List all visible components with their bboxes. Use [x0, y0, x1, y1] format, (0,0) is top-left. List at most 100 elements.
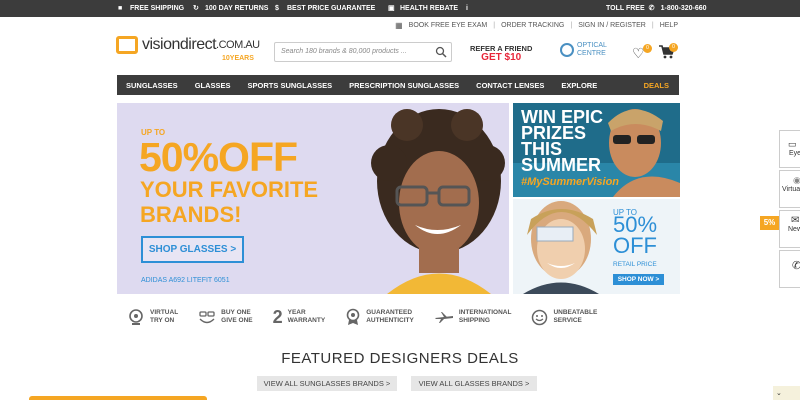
best-price[interactable]: $ BEST PRICE GUARANTEE — [275, 5, 375, 12]
dollar-icon: $ — [275, 5, 279, 12]
toll-free[interactable]: TOLL FREE ✆ 1-800-320-660 — [606, 5, 707, 12]
search-icon[interactable] — [435, 46, 447, 58]
optical-line2: CENTRE — [577, 50, 606, 57]
promo-off: OFF — [613, 233, 657, 258]
nav-prescription-sunglasses[interactable]: PRESCRIPTION SUNGLASSES — [340, 81, 459, 90]
hero-headline: 50%OFF — [139, 134, 298, 180]
hero-model-image — [371, 109, 505, 294]
airplane-icon — [434, 312, 453, 323]
feature-buy-one-give-one[interactable]: BUY ONE GIVE ONE — [198, 308, 253, 326]
divider: | — [651, 22, 654, 29]
feature-line1: YEAR — [287, 309, 306, 316]
calendar-icon: ▦ — [395, 21, 403, 30]
feature-line1: GUARANTEED — [366, 309, 413, 316]
wishlist-count-badge: 0 — [643, 44, 652, 53]
returns[interactable]: ↻ 100 DAY RETURNS — [193, 5, 268, 12]
main-nav: SUNGLASSES GLASSES SPORTS SUNGLASSES PRE… — [117, 75, 679, 95]
chat-widget[interactable]: ⌄ — [773, 386, 800, 400]
utility-links: ▦ BOOK FREE EYE EXAM | ORDER TRACKING | … — [395, 21, 678, 30]
hero-subhead: YOUR FAVORITE BRANDS! — [140, 177, 319, 227]
feature-line2: SERVICE — [553, 317, 582, 324]
view-sunglasses-brands-button[interactable]: VIEW ALL SUNGLASSES BRANDS > — [257, 376, 397, 391]
camera-icon: ◉ — [780, 171, 800, 186]
feature-line1: INTERNATIONAL — [458, 309, 512, 316]
nav-sports-sunglasses[interactable]: SPORTS SUNGLASSES — [239, 81, 333, 90]
feature-line1: BUY ONE — [221, 309, 251, 316]
health-rebate[interactable]: ▣ HEALTH REBATE — [388, 5, 458, 12]
truck-icon: ■ — [118, 5, 123, 12]
logo-years: 10YEARS — [222, 55, 254, 62]
contact-lens-model-image — [523, 201, 599, 294]
feature-line2: WARRANTY — [287, 317, 326, 324]
optical-ring-icon — [560, 43, 574, 57]
feature-authenticity[interactable]: GUARANTEED AUTHENTICITY — [345, 308, 414, 326]
free-shipping[interactable]: ■ FREE SHIPPING — [118, 5, 184, 12]
health-rebate-label: HEALTH REBATE — [400, 5, 459, 12]
info-glyph: i — [466, 5, 468, 12]
feature-line1: VIRTUAL — [150, 309, 179, 316]
feature-line1: UNBEATABLE — [553, 309, 598, 316]
feature-warranty[interactable]: 2 YEAR WARRANTY — [273, 308, 326, 326]
chevron-down-icon: ⌄ — [776, 390, 782, 397]
summer-prize-banner[interactable]: WIN EPIC PRIZES THIS SUMMER #MySummerVis… — [513, 103, 680, 197]
lock-icon: ▣ — [388, 5, 395, 12]
refer-a-friend[interactable]: REFER A FRIEND GET $10 — [470, 44, 532, 63]
nav-glasses[interactable]: GLASSES — [186, 81, 231, 90]
side-tab-eye[interactable]: ▭ Eye — [779, 130, 800, 168]
side-tab-label: Virtua — [782, 186, 800, 193]
nav-deals[interactable]: DEALS — [644, 81, 669, 90]
side-tab-newsletter[interactable]: ✉ New — [779, 210, 800, 248]
view-glasses-brands-button[interactable]: VIEW ALL GLASSES BRANDS > — [411, 376, 537, 391]
feature-service[interactable]: UNBEATABLE SERVICE — [531, 308, 597, 326]
book-exam-link[interactable]: BOOK FREE EYE EXAM — [409, 22, 488, 29]
optical-centre-link[interactable]: OPTICAL CENTRE — [560, 42, 607, 58]
side-tab-contact[interactable]: ✆ — [779, 250, 800, 288]
divider: | — [570, 22, 573, 29]
win-hashtag: #MySummerVision — [521, 176, 620, 188]
refer-line2: GET $10 — [481, 52, 522, 63]
smiley-icon — [532, 309, 548, 325]
discount-badge[interactable]: 5% — [760, 216, 779, 230]
phone-number: 1-800-320-660 — [660, 5, 707, 12]
divider: | — [493, 22, 496, 29]
feature-line2: GIVE ONE — [221, 317, 253, 324]
order-tracking-link[interactable]: ORDER TRACKING — [501, 22, 564, 29]
shop-glasses-button[interactable]: SHOP GLASSES > — [141, 236, 244, 263]
cart-count-badge: 0 — [669, 43, 678, 52]
eye-exam-icon: ▭ — [788, 139, 797, 149]
side-tab-label: New — [788, 226, 800, 233]
feature-virtual-try-on[interactable]: VIRTUAL TRY ON — [127, 308, 178, 326]
returns-label: 100 DAY RETURNS — [205, 5, 269, 12]
sign-in-link[interactable]: SIGN IN / REGISTER — [578, 22, 646, 29]
info-icon[interactable]: i — [466, 5, 468, 12]
best-price-label: BEST PRICE GUARANTEE — [287, 5, 376, 12]
nav-explore[interactable]: EXPLORE — [552, 81, 597, 90]
medal-icon — [346, 308, 360, 325]
retail-discount-banner[interactable]: UP TO 50% OFF RETAIL PRICE SHOP NOW > — [513, 199, 680, 294]
win-title: WIN EPIC PRIZES THIS SUMMER — [521, 107, 604, 175]
nav-contact-lenses[interactable]: CONTACT LENSES — [467, 81, 544, 90]
site-logo[interactable]: visiondirect .COM.AU 10YEARS — [116, 36, 260, 62]
top-bar: ■ FREE SHIPPING ↻ 100 DAY RETURNS $ BEST… — [0, 0, 800, 17]
side-tab-label: Eye — [789, 150, 800, 157]
help-link[interactable]: HELP — [660, 22, 678, 29]
envelope-icon: ✉ — [791, 215, 800, 226]
hero-caption[interactable]: ADIDAS A692 LITEFIT 6051 — [141, 277, 230, 284]
optical-line1: OPTICAL — [577, 42, 607, 49]
glasses-logo-icon — [116, 36, 138, 54]
return-icon: ↻ — [193, 5, 199, 12]
feature-line2: AUTHENTICITY — [366, 317, 414, 324]
toll-free-label: TOLL FREE — [606, 5, 645, 12]
feature-international-shipping[interactable]: INTERNATIONAL SHIPPING — [434, 308, 512, 326]
bottom-promo-bar[interactable] — [29, 396, 207, 400]
shop-now-button[interactable]: SHOP NOW > — [613, 274, 664, 285]
nav-sunglasses[interactable]: SUNGLASSES — [117, 81, 178, 90]
search-input[interactable]: Search 180 brands & 80,000 products ... — [274, 42, 452, 62]
side-tab-virtual[interactable]: ◉ Virtua — [779, 170, 800, 208]
promo-retail: RETAIL PRICE — [613, 261, 657, 268]
free-shipping-label: FREE SHIPPING — [130, 5, 185, 12]
feature-line2: SHIPPING — [458, 317, 490, 324]
features-strip: VIRTUAL TRY ON BUY ONE GIVE ONE 2 YEAR WARR… — [127, 308, 667, 326]
hero-banner[interactable]: UP TO 50%OFF YOUR FAVORITE BRANDS! SHOP … — [117, 103, 509, 294]
hands-glasses-icon — [199, 311, 215, 324]
